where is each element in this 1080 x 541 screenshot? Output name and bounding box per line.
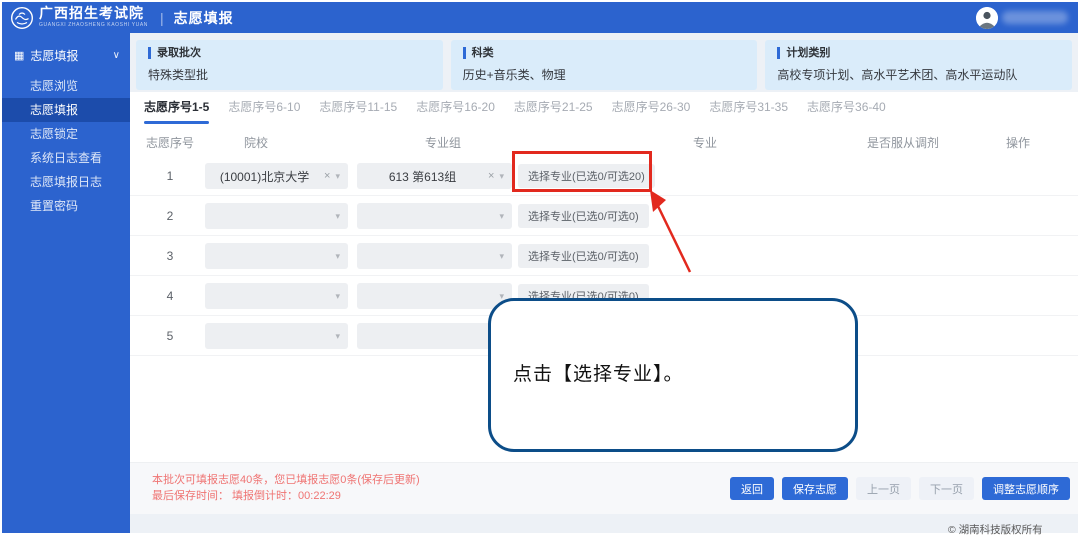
col-major: 专业	[675, 134, 735, 151]
user-avatar[interactable]	[976, 7, 998, 29]
sidebar-item-system-log[interactable]: 系统日志查看	[2, 146, 130, 170]
col-actions: 操作	[988, 134, 1048, 151]
quota-notice: 本批次可填报志愿40条，您已填报志愿0条(保存后更新) 最后保存时间： 填报倒计…	[152, 472, 420, 504]
caret-down-icon[interactable]: ▾	[499, 211, 504, 222]
chevron-down-icon: ∨	[113, 50, 120, 61]
footer-buttons: 返回 保存志愿 上一页 下一页 调整志愿顺序	[730, 477, 1070, 500]
row-seq: 2	[140, 196, 200, 236]
sidebar-nav: ▦ 志愿填报 ∨ 志愿浏览 志愿填报 志愿锁定 系统日志查看 志愿填报日志 重置…	[2, 33, 130, 533]
college-select[interactable]: ▾	[205, 203, 348, 229]
sidebar-item-browse[interactable]: 志愿浏览	[2, 74, 130, 98]
caret-down-icon[interactable]: ▾	[335, 211, 340, 222]
app-root: 广西招生考试院 GUANGXI ZHAOSHENG KAOSHI YUAN | …	[0, 0, 1080, 541]
main-area: 录取批次 特殊类型批 科类 历史+音乐类、物理 计划类别 高校专项计划、高水平艺…	[130, 33, 1078, 533]
adjust-order-button[interactable]: 调整志愿顺序	[982, 477, 1070, 500]
caret-down-icon[interactable]: ▾	[499, 251, 504, 262]
card-label: 科类	[463, 47, 746, 59]
col-seq: 志愿序号	[140, 134, 200, 151]
major-group-select[interactable]: ▾	[357, 203, 512, 229]
sidebar-item-fill[interactable]: 志愿填报	[2, 98, 130, 122]
tutorial-callout: 点击【选择专业】。	[488, 298, 858, 452]
brand-logo-icon	[10, 6, 34, 30]
card-value: 历史+音乐类、物理	[463, 66, 746, 83]
tab-seq-21-25[interactable]: 志愿序号21-25	[514, 98, 593, 124]
card-value: 特殊类型批	[148, 66, 431, 83]
select-major-button[interactable]: 选择专业(已选0/可选20)	[518, 164, 655, 188]
panel-footer: 本批次可填报志愿40条，您已填报志愿0条(保存后更新) 最后保存时间： 填报倒计…	[130, 462, 1078, 514]
copyright-watermark: © 湖南科技版权所有	[948, 522, 1043, 537]
tab-seq-1-5[interactable]: 志愿序号1-5	[144, 98, 209, 124]
caret-down-icon[interactable]: ▾	[335, 171, 340, 182]
content-panel: 志愿序号1-5 志愿序号6-10 志愿序号11-15 志愿序号16-20 志愿序…	[130, 92, 1078, 514]
save-volunteers-button[interactable]: 保存志愿	[782, 477, 848, 500]
next-page-button[interactable]: 下一页	[919, 477, 974, 500]
table-row: 2 ▾ ▾ 选择专业(已选0/可选0)	[130, 196, 1078, 236]
sequence-tabs: 志愿序号1-5 志愿序号6-10 志愿序号11-15 志愿序号16-20 志愿序…	[144, 98, 886, 124]
table-header: 志愿序号 院校 专业组 专业 是否服从调剂 操作	[130, 128, 1078, 154]
major-group-select[interactable]: ▾	[357, 283, 512, 309]
college-select-value: (10001)北京大学	[205, 168, 324, 185]
row-seq: 3	[140, 236, 200, 276]
tab-seq-6-10[interactable]: 志愿序号6-10	[228, 98, 300, 124]
col-group: 专业组	[413, 134, 473, 151]
card-plan-category: 计划类别 高校专项计划、高水平艺术团、高水平运动队	[765, 40, 1072, 90]
select-major-button[interactable]: 选择专业(已选0/可选0)	[518, 204, 649, 228]
college-select[interactable]: ▾	[205, 243, 348, 269]
college-select[interactable]: (10001)北京大学 × ▾	[205, 163, 348, 189]
sidebar-group-label: 志愿填报	[30, 47, 78, 64]
table-row: 1 (10001)北京大学 × ▾ 613 第613组 × ▾ 选择专业(已选0…	[130, 156, 1078, 196]
tab-seq-36-40[interactable]: 志愿序号36-40	[807, 98, 886, 124]
caret-down-icon[interactable]: ▾	[335, 251, 340, 262]
page-title: 志愿填报	[174, 8, 234, 28]
return-button[interactable]: 返回	[730, 477, 774, 500]
clear-icon[interactable]: ×	[488, 170, 494, 182]
caret-down-icon[interactable]: ▾	[335, 331, 340, 342]
sidebar-item-lock[interactable]: 志愿锁定	[2, 122, 130, 146]
caret-down-icon[interactable]: ▾	[335, 291, 340, 302]
row-seq: 5	[140, 316, 200, 356]
card-admission-batch: 录取批次 特殊类型批	[136, 40, 443, 90]
row-seq: 1	[140, 156, 200, 196]
college-select[interactable]: ▾	[205, 283, 348, 309]
quota-notice-line1: 本批次可填报志愿40条，您已填报志愿0条(保存后更新)	[152, 472, 420, 488]
sidebar-item-fill-log[interactable]: 志愿填报日志	[2, 170, 130, 194]
card-value: 高校专项计划、高水平艺术团、高水平运动队	[777, 66, 1060, 83]
clear-icon[interactable]: ×	[324, 170, 330, 182]
tab-seq-26-30[interactable]: 志愿序号26-30	[612, 98, 691, 124]
tab-seq-16-20[interactable]: 志愿序号16-20	[416, 98, 495, 124]
callout-text: 点击【选择专业】。	[513, 359, 684, 386]
info-cards: 录取批次 特殊类型批 科类 历史+音乐类、物理 计划类别 高校专项计划、高水平艺…	[136, 40, 1072, 90]
col-college: 院校	[226, 134, 286, 151]
sidebar-group-volunteer[interactable]: ▦ 志愿填报 ∨	[2, 33, 130, 74]
select-major-button[interactable]: 选择专业(已选0/可选0)	[518, 244, 649, 268]
college-select[interactable]: ▾	[205, 323, 348, 349]
card-label: 计划类别	[777, 47, 1060, 59]
sidebar-item-reset-password[interactable]: 重置密码	[2, 194, 130, 218]
row-seq: 4	[140, 276, 200, 316]
menu-grid-icon: ▦	[14, 49, 24, 62]
major-group-select[interactable]: 613 第613组 × ▾	[357, 163, 512, 189]
col-obey-adjustment: 是否服从调剂	[853, 134, 953, 151]
header-divider: |	[160, 10, 164, 26]
table-row: 3 ▾ ▾ 选择专业(已选0/可选0)	[130, 236, 1078, 276]
user-name-redacted	[1002, 11, 1068, 24]
brand-subtitle: GUANGXI ZHAOSHENG KAOSHI YUAN	[39, 23, 148, 28]
card-subject-category: 科类 历史+音乐类、物理	[451, 40, 758, 90]
brand-name: 广西招生考试院	[39, 7, 148, 21]
major-group-select[interactable]: ▾	[357, 243, 512, 269]
prev-page-button[interactable]: 上一页	[856, 477, 911, 500]
tab-seq-31-35[interactable]: 志愿序号31-35	[709, 98, 788, 124]
tab-seq-11-15[interactable]: 志愿序号11-15	[319, 98, 397, 124]
caret-down-icon[interactable]: ▾	[499, 171, 504, 182]
major-group-select-value: 613 第613组	[357, 168, 488, 185]
quota-notice-line2: 最后保存时间： 填报倒计时：00:22:29	[152, 488, 420, 504]
card-label: 录取批次	[148, 47, 431, 59]
top-header: 广西招生考试院 GUANGXI ZHAOSHENG KAOSHI YUAN | …	[2, 2, 1078, 33]
